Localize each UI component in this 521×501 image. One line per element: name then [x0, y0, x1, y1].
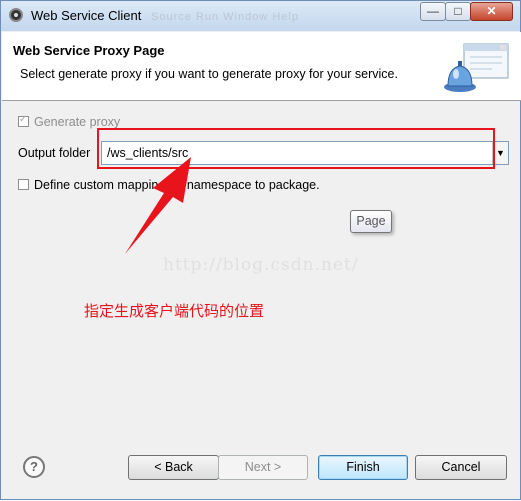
dialog-window: Web Service Client Source Run Window Hel…: [0, 0, 521, 500]
define-mapping-label: Define custom mapping for namespace to p…: [34, 178, 320, 192]
finish-button[interactable]: Finish: [318, 455, 408, 480]
generate-proxy-label: Generate proxy: [34, 115, 121, 129]
back-button[interactable]: < Back: [128, 455, 219, 480]
page-tooltip: Page: [350, 210, 392, 233]
minimize-button[interactable]: —: [420, 2, 446, 21]
eclipse-app-icon: [9, 8, 23, 22]
annotation-text: 指定生成客户端代码的位置: [84, 303, 265, 320]
red-highlight-box: [97, 128, 495, 169]
page-title: Web Service Proxy Page: [13, 43, 165, 58]
watermark: http://blog.csdn.net/: [163, 255, 359, 275]
background-menu-ghost: Source Run Window Help: [151, 11, 299, 23]
header-separator: [2, 100, 521, 101]
page-description: Select generate proxy if you want to gen…: [20, 67, 398, 81]
next-button[interactable]: Next >: [218, 455, 308, 480]
window-title: Web Service Client: [31, 8, 142, 23]
output-folder-label: Output folder: [18, 146, 91, 160]
close-button[interactable]: ✕: [470, 2, 513, 21]
help-icon[interactable]: ?: [23, 456, 45, 478]
generate-proxy-checkbox: [18, 114, 29, 127]
maximize-button[interactable]: □: [445, 2, 471, 21]
title-bar[interactable]: Web Service Client Source Run Window Hel…: [1, 1, 520, 31]
define-mapping-checkbox[interactable]: [18, 179, 29, 190]
service-bell-icon: [444, 43, 509, 92]
cancel-button[interactable]: Cancel: [415, 455, 507, 480]
wizard-header: Web Service Proxy Page Select generate p…: [2, 32, 521, 101]
